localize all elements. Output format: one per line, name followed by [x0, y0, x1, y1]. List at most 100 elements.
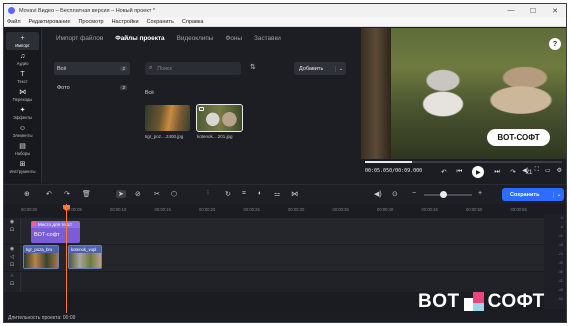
lock-icon[interactable]: ⊡: [4, 280, 20, 288]
video-clip-tiger[interactable]: tigr_poza_bro: [23, 245, 59, 269]
zoom-in-icon[interactable]: +: [478, 190, 482, 197]
rail-label: Текст: [17, 78, 28, 84]
rail-item-effects[interactable]: ✦ Эффекты: [6, 104, 39, 122]
tab-intros[interactable]: Заставки: [254, 35, 281, 42]
undo-icon[interactable]: ↶: [46, 190, 52, 198]
menu-save[interactable]: Сохранить: [147, 19, 174, 25]
zoom-slider-handle[interactable]: [440, 191, 447, 198]
properties-icon[interactable]: ⚍: [274, 190, 280, 198]
help-icon[interactable]: ?: [549, 38, 561, 50]
tab-video-clips[interactable]: Видеоклипы: [177, 35, 214, 42]
audio-wave-icon[interactable]: ⫶: [207, 190, 209, 198]
rail-item-transitions[interactable]: ⋈ Переходы: [6, 86, 39, 104]
title-overlay[interactable]: BOT-СОФТ: [487, 129, 550, 146]
rail-label: Импорт: [15, 42, 30, 48]
elements-icon: ☺: [18, 124, 27, 132]
time-ruler[interactable]: 00:00:00 00:00:05 00:00:10 00:00:15 00:00:20…: [4, 204, 566, 214]
headphones-icon[interactable]: ∩: [4, 272, 20, 280]
forward-icon[interactable]: ↷: [510, 168, 515, 176]
sparkle-icon: ✦: [19, 106, 26, 114]
rail-label: Наборы: [14, 150, 31, 156]
mute-icon[interactable]: ◁: [4, 253, 20, 261]
minimize-button[interactable]: —: [500, 4, 522, 17]
media-thumb-tiger[interactable]: [145, 105, 190, 131]
zoom-out-icon[interactable]: −: [412, 190, 416, 197]
folder-label: Всё: [57, 65, 67, 72]
playhead[interactable]: [66, 204, 67, 313]
select-cursor-icon[interactable]: ➤: [116, 190, 126, 198]
menu-help[interactable]: Справка: [182, 19, 204, 25]
chevron-down-icon[interactable]: ⌄: [553, 191, 564, 198]
rail-item-text[interactable]: T Текст: [6, 68, 39, 86]
rotate-icon[interactable]: ↻: [225, 190, 231, 198]
rail-item-audio[interactable]: ♫ Аудио: [6, 50, 39, 68]
rail-item-elements[interactable]: ☺ Элементы: [6, 122, 39, 140]
adjust-icon[interactable]: ◐: [258, 190, 262, 197]
timecode: 00:05.050/00:09.000: [365, 168, 423, 174]
section-label: Всё: [145, 90, 154, 96]
eye-icon[interactable]: ◉: [4, 245, 20, 253]
title-clip[interactable]: Место для текст BOT-софт: [31, 221, 80, 243]
folder-photo[interactable]: Фото 2: [54, 81, 130, 94]
gear-icon[interactable]: ⚙: [557, 167, 562, 174]
search-input[interactable]: ⌕ Поиск: [145, 62, 241, 75]
media-thumb-kitten[interactable]: [196, 104, 243, 132]
lock-icon[interactable]: ⊡: [4, 261, 20, 269]
add-button[interactable]: Добавить ⌄: [294, 62, 346, 75]
watermark-left: BOT: [418, 291, 460, 312]
trash-icon[interactable]: 🗑: [82, 190, 91, 198]
play-button[interactable]: ▶: [472, 166, 485, 178]
transition-icon[interactable]: ⋈: [291, 190, 298, 198]
add-track-icon[interactable]: ⊕: [24, 190, 30, 198]
playback-progress[interactable]: [365, 161, 562, 163]
media-tabs: Импорт файлов Файлы проекта Видеоклипы Ф…: [42, 28, 361, 49]
meter-tick-label: -48: [557, 288, 563, 292]
video-lane[interactable]: [21, 245, 566, 271]
media-panel: Импорт файлов Файлы проекта Видеоклипы Ф…: [42, 28, 361, 183]
save-button[interactable]: Сохранить ⌄: [502, 188, 564, 201]
rail-item-tools[interactable]: ⊞ Инструменты: [6, 158, 39, 176]
rewind-icon[interactable]: ↶: [441, 168, 446, 176]
menu-file[interactable]: Файл: [7, 19, 21, 25]
title-lane[interactable]: [21, 218, 566, 244]
rail-item-import[interactable]: + Импорт: [6, 32, 39, 50]
lock-icon[interactable]: ⊡: [4, 226, 20, 234]
fullscreen-icon[interactable]: ⛶: [535, 167, 539, 174]
music-note-icon: ♫: [19, 52, 26, 60]
image-icon: [199, 107, 204, 111]
menu-bar: Файл Редактирование Просмотр Настройки С…: [4, 17, 566, 27]
chevron-down-icon[interactable]: ⌄: [335, 65, 346, 72]
maximize-button[interactable]: ☐: [522, 4, 544, 17]
screen-icon[interactable]: ▭: [545, 167, 551, 174]
tools-icon: ⊞: [19, 160, 26, 168]
eye-icon[interactable]: ◉: [4, 218, 20, 226]
tab-backgrounds[interactable]: Фоны: [225, 35, 242, 42]
split-icon[interactable]: ✂: [154, 190, 160, 198]
volume-icon[interactable]: ◀): [522, 167, 529, 174]
menu-settings[interactable]: Настройки: [112, 19, 139, 25]
voice-icon[interactable]: ◀): [374, 190, 382, 198]
tab-import-files[interactable]: Импорт файлов: [56, 35, 103, 42]
close-button[interactable]: ✕: [544, 4, 566, 17]
tree-trunk: [361, 28, 391, 159]
meter-tick-label: -12: [557, 234, 563, 238]
video-clip-kitten[interactable]: kotenok_vopl: [68, 245, 102, 269]
menu-view[interactable]: Просмотр: [78, 19, 103, 25]
magnet-icon[interactable]: ⊙: [392, 190, 398, 198]
no-entry-icon[interactable]: ⊘: [135, 190, 141, 198]
rail-label: Аудио: [16, 60, 29, 66]
next-frame-icon[interactable]: ⏭: [494, 168, 500, 176]
plus-icon: +: [20, 34, 25, 42]
crop-icon[interactable]: ⌗: [242, 190, 246, 198]
prev-frame-icon[interactable]: ⏮: [456, 168, 462, 176]
rail-item-sets[interactable]: ▤ Наборы: [6, 140, 39, 158]
shield-icon[interactable]: ⬡: [171, 190, 177, 198]
folder-all[interactable]: Всё 2: [54, 62, 130, 75]
rail-label: Элементы: [12, 132, 33, 138]
menu-edit[interactable]: Редактирование: [29, 19, 71, 25]
rail-label: Эффекты: [12, 114, 33, 120]
tab-project-files[interactable]: Файлы проекта: [115, 35, 164, 42]
redo-icon[interactable]: ↷: [64, 190, 70, 198]
zoom-slider[interactable]: [424, 194, 472, 196]
sort-icon[interactable]: ⇅: [250, 63, 256, 71]
